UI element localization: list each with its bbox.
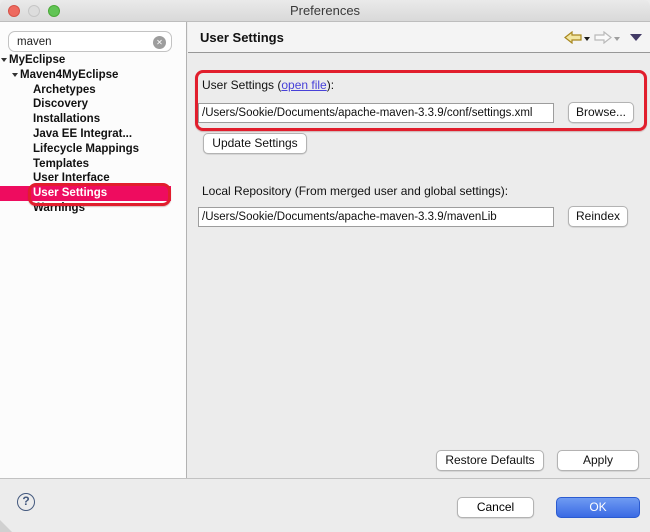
resize-grip[interactable] xyxy=(0,520,12,532)
reindex-button[interactable]: Reindex xyxy=(568,206,628,227)
tree-item-installations[interactable]: Installations xyxy=(0,112,171,127)
tree-item-user-settings[interactable]: User Settings xyxy=(0,186,171,201)
panel-header: User Settings xyxy=(188,22,650,53)
clear-search-icon[interactable]: ✕ xyxy=(153,36,166,49)
window-title: Preferences xyxy=(0,3,650,18)
help-button[interactable]: ? xyxy=(17,493,35,511)
tree-item-label: Warnings xyxy=(33,202,85,214)
back-button[interactable] xyxy=(564,31,590,44)
tree-item-label: Maven4MyEclipse xyxy=(20,69,118,81)
back-dropdown-icon[interactable] xyxy=(584,37,590,41)
expand-arrow-icon[interactable] xyxy=(12,73,18,77)
sidebar: ✕ MyEclipse Maven4MyEclipse Archetypes D… xyxy=(0,22,187,478)
tree-item-lifecycle-mappings[interactable]: Lifecycle Mappings xyxy=(0,142,171,157)
cancel-button[interactable]: Cancel xyxy=(457,497,534,518)
search-field[interactable]: ✕ xyxy=(8,31,172,52)
apply-button[interactable]: Apply xyxy=(557,450,639,471)
tree-item-templates[interactable]: Templates xyxy=(0,157,171,172)
panel-content: User Settings (open file): Browse... Upd… xyxy=(188,53,650,478)
main-panel: User Settings xyxy=(188,22,650,478)
browse-button[interactable]: Browse... xyxy=(568,102,634,123)
page-title: User Settings xyxy=(200,30,284,45)
view-menu-icon[interactable] xyxy=(630,34,642,41)
history-nav xyxy=(564,31,642,44)
tree-item-label: User Settings xyxy=(33,187,107,199)
label-suffix: ): xyxy=(327,78,334,92)
tree-item-label: Installations xyxy=(33,113,100,125)
tree-item-java-ee-integration[interactable]: Java EE Integrat... xyxy=(0,127,171,142)
ok-button[interactable]: OK xyxy=(556,497,640,518)
open-file-link[interactable]: open file xyxy=(281,78,326,92)
settings-path-input[interactable] xyxy=(198,103,554,123)
tree-item-label: User Interface xyxy=(33,172,110,184)
tree-item-archetypes[interactable]: Archetypes xyxy=(0,83,171,98)
forward-button[interactable] xyxy=(594,31,620,44)
tree-item-label: Archetypes xyxy=(33,84,96,96)
tree-item-label: Lifecycle Mappings xyxy=(33,143,139,155)
forward-dropdown-icon[interactable] xyxy=(614,37,620,41)
tree-item-maven4myeclipse[interactable]: Maven4MyEclipse xyxy=(0,68,171,83)
tree-item-warnings[interactable]: Warnings xyxy=(0,201,171,216)
local-repository-input[interactable] xyxy=(198,207,554,227)
tree-item-label: Templates xyxy=(33,158,89,170)
footer-bar: ? Cancel OK xyxy=(0,478,650,532)
label-prefix: User Settings ( xyxy=(202,78,281,92)
update-settings-button[interactable]: Update Settings xyxy=(203,133,307,154)
back-arrow-icon xyxy=(564,31,582,44)
forward-arrow-icon xyxy=(594,31,612,44)
restore-defaults-button[interactable]: Restore Defaults xyxy=(436,450,544,471)
titlebar: Preferences xyxy=(0,0,650,22)
user-settings-label: User Settings (open file): xyxy=(202,78,334,92)
tree-item-label: Discovery xyxy=(33,98,88,110)
preferences-window: Preferences ✕ MyEclipse Maven4MyEclipse … xyxy=(0,0,650,532)
tree-item-myeclipse[interactable]: MyEclipse xyxy=(0,53,171,68)
tree-item-label: MyEclipse xyxy=(9,54,65,66)
preferences-tree: MyEclipse Maven4MyEclipse Archetypes Dis… xyxy=(0,53,171,216)
tree-item-label: Java EE Integrat... xyxy=(33,128,132,140)
search-input[interactable] xyxy=(17,33,147,50)
body-area: ✕ MyEclipse Maven4MyEclipse Archetypes D… xyxy=(0,22,650,478)
local-repository-label: Local Repository (From merged user and g… xyxy=(202,184,508,198)
expand-arrow-icon[interactable] xyxy=(1,58,7,62)
tree-item-discovery[interactable]: Discovery xyxy=(0,97,171,112)
tree-item-user-interface[interactable]: User Interface xyxy=(0,171,171,186)
